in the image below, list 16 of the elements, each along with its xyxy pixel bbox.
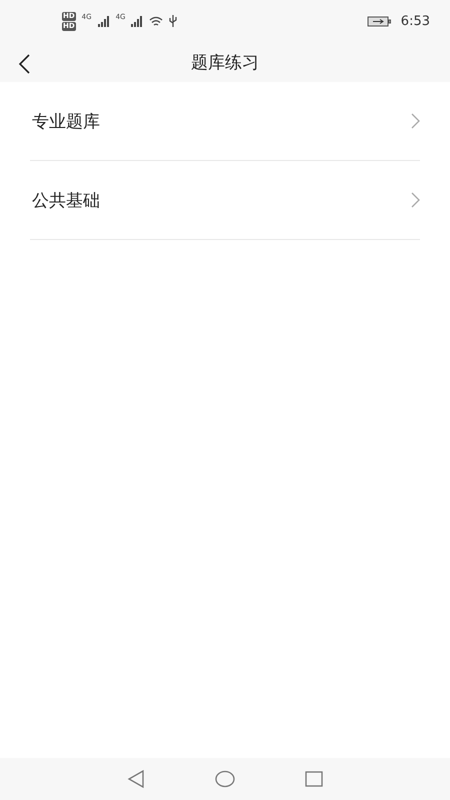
signal-icon — [131, 16, 144, 26]
recent-apps-icon[interactable] — [305, 771, 323, 787]
chevron-icon — [411, 192, 420, 208]
list-item[interactable]: 公共基础 — [30, 161, 420, 240]
usb-icon — [169, 15, 178, 27]
home-circle-icon[interactable] — [215, 770, 235, 788]
chevron-icon — [411, 113, 420, 129]
page-title: 题库练习 — [191, 52, 259, 74]
battery-icon — [366, 16, 391, 26]
wifi-icon — [149, 16, 164, 26]
clock-time: 6:53 — [400, 14, 430, 28]
list-item[interactable]: 专业题库 — [30, 82, 420, 161]
back-triangle-icon[interactable] — [127, 770, 145, 788]
signal-icon — [98, 16, 110, 26]
item-label: 公共基础 — [32, 190, 100, 212]
item-label: 专业题库 — [32, 110, 100, 132]
